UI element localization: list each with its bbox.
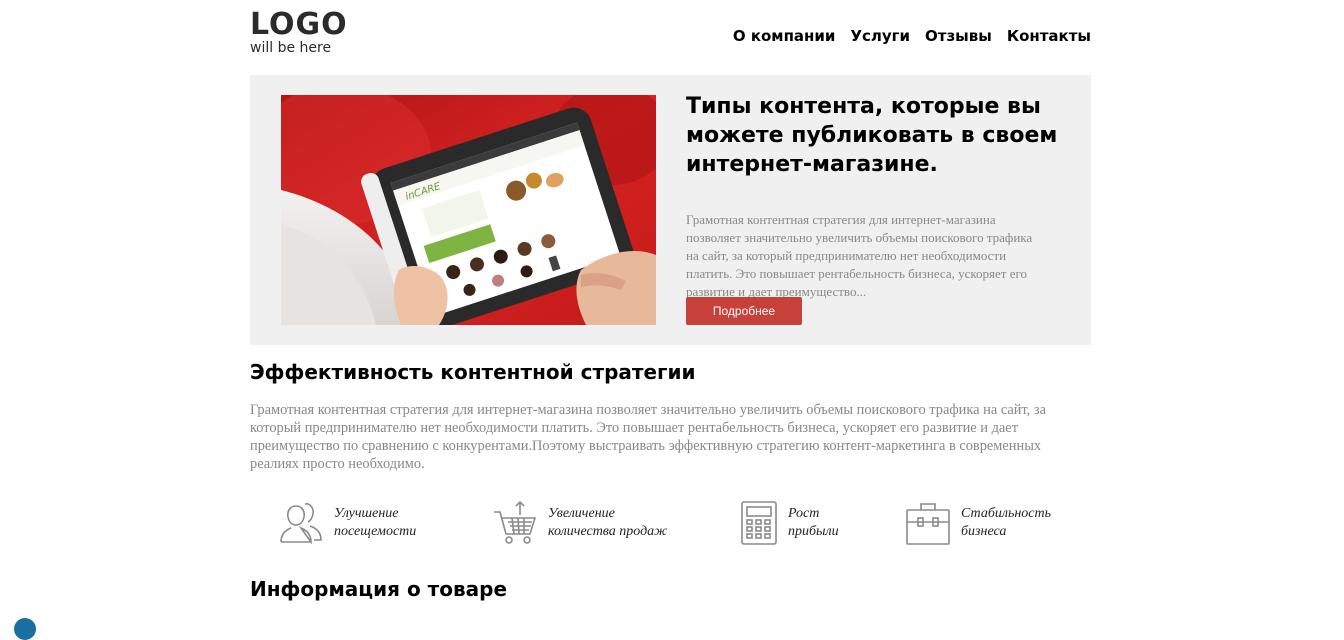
feature-label-traffic: Улучшение посещемости — [334, 506, 417, 539]
logo-text: LOGO — [250, 7, 348, 42]
feature-item-profit: Рост прибыли — [740, 500, 928, 546]
nav-link-about[interactable]: О компании — [733, 27, 836, 45]
main-nav: О компании Услуги Отзывы Контакты — [733, 27, 1091, 45]
feature-item-stability: Стабильность бизнеса — [905, 500, 1101, 546]
hero-title: Типы контента, которые вы можете публико… — [686, 94, 1058, 177]
users-icon — [278, 500, 324, 546]
feature-label-sales: Увеличение количества продаж — [548, 506, 668, 539]
cart-icon — [492, 500, 538, 546]
feature-label-stability: Стабильность бизнеса — [961, 506, 1051, 539]
hero-banner: inCARE Типы контента, которые вы можете … — [250, 75, 1091, 345]
logo-subtitle: will be here — [250, 40, 332, 56]
section-title-product-info: Информация о товаре — [250, 577, 508, 601]
hero-image: inCARE — [281, 95, 656, 325]
nav-link-services[interactable]: Услуги — [850, 27, 910, 45]
nav-link-reviews[interactable]: Отзывы — [925, 27, 992, 45]
chat-widget-button[interactable] — [14, 618, 36, 640]
logo[interactable]: LOGO will be here — [250, 7, 348, 57]
section-text-effectiveness: Грамотная контентная стратегия для интер… — [250, 402, 1046, 472]
hero-description: Грамотная контентная стратегия для интер… — [686, 212, 1033, 299]
feature-item-traffic: Улучшение посещемости — [278, 500, 474, 546]
more-button[interactable]: Подробнее — [686, 297, 802, 325]
nav-link-contacts[interactable]: Контакты — [1007, 27, 1091, 45]
briefcase-icon — [905, 500, 951, 546]
calculator-icon — [740, 500, 778, 546]
feature-item-sales: Увеличение количества продаж — [492, 500, 688, 546]
section-title-effectiveness: Эффективность контентной стратегии — [250, 360, 696, 384]
